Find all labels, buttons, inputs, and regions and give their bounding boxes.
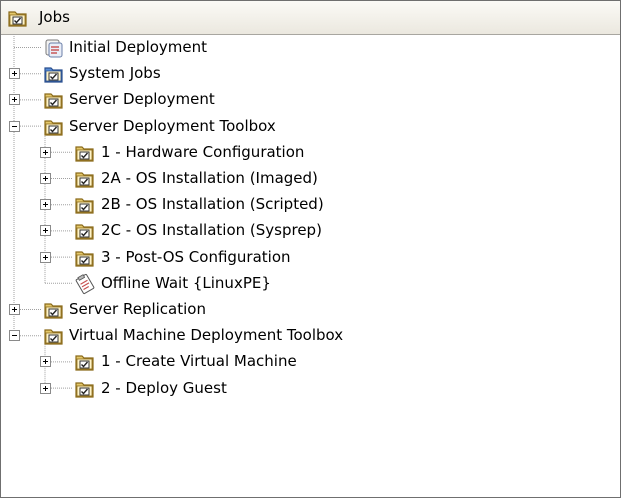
tree-header-title: Jobs bbox=[39, 8, 70, 26]
tree-item-label: 3 - Post-OS Configuration bbox=[101, 247, 291, 266]
job-folder-icon bbox=[7, 7, 29, 33]
job-folder-icon bbox=[74, 168, 96, 190]
tree-item[interactable]: 1 - Create Virtual Machine bbox=[1, 349, 620, 375]
job-folder-icon bbox=[43, 116, 65, 138]
tree-item[interactable]: 2C - OS Installation (Sysprep) bbox=[1, 218, 620, 244]
job-folder-icon bbox=[74, 194, 96, 216]
tree-item[interactable]: System Jobs bbox=[1, 61, 620, 87]
expand-toggle[interactable] bbox=[40, 251, 51, 263]
tree-item-label: 2B - OS Installation (Scripted) bbox=[101, 195, 324, 214]
expand-toggle[interactable] bbox=[40, 199, 51, 211]
job-folder-icon bbox=[43, 325, 65, 347]
job-folder-icon bbox=[43, 299, 65, 321]
system-folder-icon bbox=[43, 63, 65, 85]
expand-toggle[interactable] bbox=[40, 356, 51, 368]
tree-item-label: Server Deployment Toolbox bbox=[69, 116, 276, 135]
expand-toggle[interactable] bbox=[40, 225, 51, 237]
tree-item-label: System Jobs bbox=[69, 64, 161, 83]
tree-item[interactable]: 3 - Post-OS Configuration bbox=[1, 245, 620, 271]
tree-item-label: 2A - OS Installation (Imaged) bbox=[101, 169, 318, 187]
tree-item-label: Offline Wait {LinuxPE} bbox=[101, 273, 271, 292]
expand-toggle[interactable] bbox=[9, 304, 20, 315]
expand-toggle[interactable] bbox=[40, 382, 51, 394]
jobs-tree: Initial Deployment System Jobs Server Depl… bbox=[1, 34, 620, 497]
collapse-toggle[interactable] bbox=[9, 120, 20, 132]
tree-item-label: 1 - Hardware Configuration bbox=[101, 142, 305, 161]
tree-header[interactable]: Jobs bbox=[1, 1, 620, 35]
job-folder-icon bbox=[74, 378, 96, 400]
tree-item[interactable]: Server Deployment Toolbox bbox=[1, 114, 620, 140]
expand-toggle[interactable] bbox=[9, 94, 20, 106]
expand-toggle[interactable] bbox=[40, 146, 51, 158]
tree-item[interactable]: Initial Deployment bbox=[1, 35, 620, 61]
tree-item[interactable]: Server Replication bbox=[1, 297, 620, 323]
initial-deployment-icon bbox=[43, 37, 65, 59]
tree-item-label: 2 - Deploy Guest bbox=[101, 378, 227, 397]
tree-item[interactable]: 2B - OS Installation (Scripted) bbox=[1, 192, 620, 218]
job-task-icon bbox=[74, 273, 96, 295]
expand-toggle[interactable] bbox=[40, 173, 51, 184]
tree-item[interactable]: 2 - Deploy Guest bbox=[1, 376, 620, 402]
job-folder-icon bbox=[43, 89, 65, 111]
tree-item-label: 1 - Create Virtual Machine bbox=[101, 352, 297, 371]
job-folder-icon bbox=[74, 220, 96, 242]
tree-item[interactable]: Offline Wait {LinuxPE} bbox=[1, 271, 620, 297]
tree-item[interactable]: Virtual Machine Deployment Toolbox bbox=[1, 323, 620, 349]
tree-item[interactable]: 2A - OS Installation (Imaged) bbox=[1, 166, 620, 192]
job-folder-icon bbox=[74, 142, 96, 164]
tree-item-label: 2C - OS Installation (Sysprep) bbox=[101, 221, 322, 240]
tree-item[interactable]: 1 - Hardware Configuration bbox=[1, 140, 620, 166]
tree-item-label: Virtual Machine Deployment Toolbox bbox=[69, 326, 344, 345]
tree-item[interactable]: Server Deployment bbox=[1, 87, 620, 113]
job-folder-icon bbox=[74, 351, 96, 373]
collapse-toggle[interactable] bbox=[9, 330, 20, 342]
tree-item-label: Server Replication bbox=[69, 300, 206, 318]
job-folder-icon bbox=[74, 247, 96, 269]
tree-item-label: Initial Deployment bbox=[69, 38, 208, 56]
tree-item-label: Server Deployment bbox=[69, 90, 215, 109]
expand-toggle[interactable] bbox=[9, 68, 20, 80]
jobs-tree-panel: Jobs Initial Deployment System Jobs Server… bbox=[0, 0, 621, 498]
